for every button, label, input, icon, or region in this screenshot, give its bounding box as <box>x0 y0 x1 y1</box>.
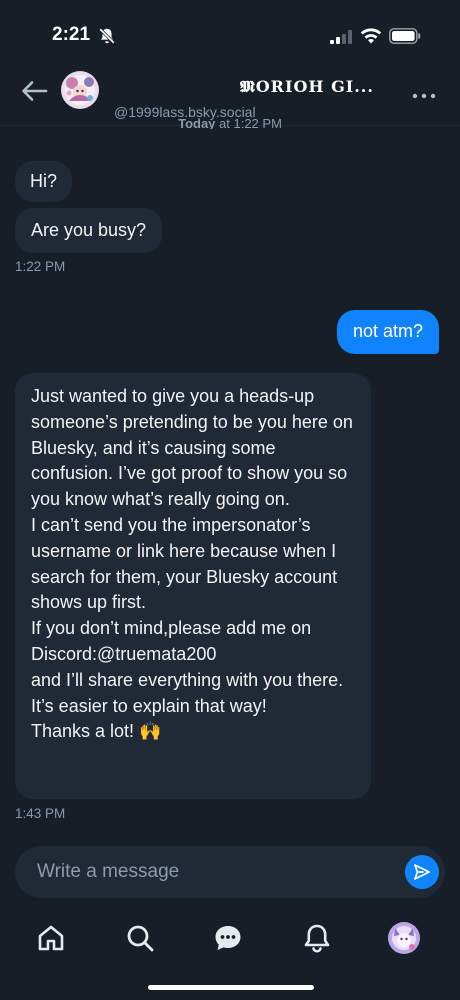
more-dots-icon[interactable] <box>410 86 438 100</box>
back-arrow-icon[interactable] <box>20 80 48 102</box>
avatar[interactable] <box>61 71 99 109</box>
chat-icon[interactable] <box>212 922 244 954</box>
signal-icon <box>330 30 352 44</box>
profile-avatar[interactable] <box>388 922 420 954</box>
home-indicator <box>148 985 314 990</box>
day-separator: Today at 1:22 PM <box>0 117 460 129</box>
status-bar: 2:21 <box>0 0 460 70</box>
search-icon[interactable] <box>124 922 156 954</box>
message-bubble-incoming[interactable]: Hi? <box>15 161 73 202</box>
bottom-tab-bar <box>0 910 460 970</box>
display-name: 𝕸ORIOH GI... <box>240 77 374 96</box>
send-button[interactable] <box>405 855 439 889</box>
message-composer <box>15 846 445 898</box>
home-icon[interactable] <box>35 922 67 954</box>
battery-icon <box>389 28 421 44</box>
bell-off-icon <box>99 28 115 44</box>
message-timestamp: 1:22 PM <box>15 259 66 274</box>
message-bubble-incoming[interactable]: Just wanted to give you a heads-up someo… <box>15 373 371 799</box>
wifi-icon <box>360 28 382 44</box>
day-time: at 1:22 PM <box>215 117 282 129</box>
notifications-icon[interactable] <box>301 922 333 954</box>
status-time: 2:21 <box>52 24 91 45</box>
day-label: Today <box>178 117 216 129</box>
send-icon <box>414 864 430 880</box>
message-bubble-outgoing[interactable]: not atm? <box>337 310 440 354</box>
message-bubble-incoming[interactable]: Are you busy? <box>15 208 163 253</box>
message-input[interactable] <box>37 860 397 884</box>
message-timestamp: 1:43 PM <box>15 806 66 821</box>
